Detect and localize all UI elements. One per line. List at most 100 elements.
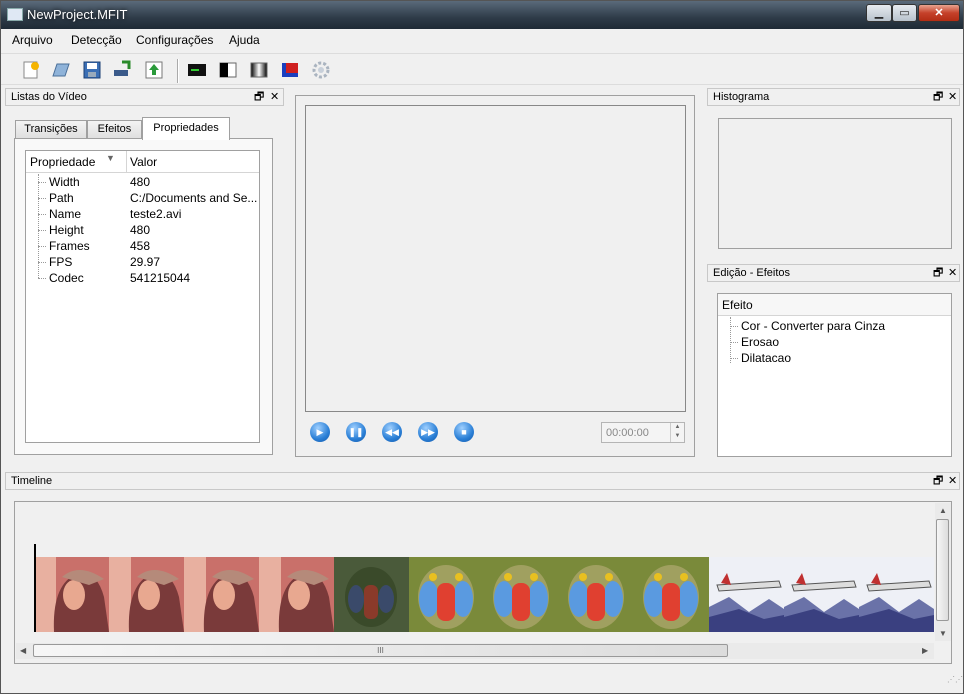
tree-branch [38, 262, 46, 263]
timeline-vertical-scrollbar[interactable]: ▲ ▼ [935, 503, 951, 641]
dock-title: Listas do Vídeo [11, 91, 87, 103]
pause-icon[interactable]: ❚❚ [346, 422, 366, 442]
scroll-right-icon[interactable]: ▶ [922, 646, 928, 655]
menu-bar: Arquivo Detecção Configurações Ajuda [1, 29, 963, 51]
tab-efeitos[interactable]: Efeitos [87, 120, 142, 139]
tree-guide [730, 317, 731, 363]
new-project-icon[interactable] [20, 59, 42, 81]
save-icon[interactable] [81, 59, 103, 81]
tree-branch [38, 278, 46, 279]
open-icon[interactable] [50, 59, 72, 81]
tree-branch [730, 342, 738, 343]
property-name-path[interactable]: Path [49, 190, 74, 206]
close-icon[interactable]: ✕ [948, 266, 957, 280]
effect-item-gray[interactable]: Cor - Converter para Cinza [741, 318, 885, 334]
timeline-frame-jet[interactable] [709, 557, 784, 632]
float-icon[interactable]: 🗗 [933, 90, 943, 104]
property-name-height[interactable]: Height [49, 222, 84, 238]
menu-arquivo[interactable]: Arquivo [12, 33, 53, 47]
vertical-scroll-thumb[interactable] [936, 519, 949, 621]
app-icon [7, 8, 23, 21]
column-header-propriedade[interactable]: Propriedade [30, 155, 95, 169]
timeline-frame-lena[interactable] [34, 557, 109, 632]
play-icon[interactable]: ▶ [310, 422, 330, 442]
property-value-height: 480 [130, 223, 151, 237]
property-name-frames[interactable]: Frames [49, 238, 90, 254]
time-value: 00:00:00 [606, 427, 649, 439]
scroll-down-icon[interactable]: ▼ [939, 629, 947, 638]
dock-title: Timeline [11, 475, 53, 487]
float-icon[interactable]: 🗗 [933, 474, 943, 488]
time-spinbox[interactable]: 00:00:00 ▲ ▼ [601, 422, 685, 443]
float-icon[interactable]: 🗗 [933, 266, 943, 280]
close-icon[interactable]: ✕ [948, 474, 957, 488]
horizontal-scroll-thumb[interactable]: III [33, 644, 728, 657]
export-icon[interactable] [143, 59, 165, 81]
settings-gear-icon[interactable] [310, 59, 332, 81]
color-icon[interactable] [279, 59, 301, 81]
effects-tree[interactable]: Efeito Cor - Converter para Cinza Erosao… [717, 293, 952, 457]
property-name-fps[interactable]: FPS [49, 254, 72, 270]
column-header-efeito[interactable]: Efeito [722, 298, 753, 312]
dock-header: Histograma 🗗 ✕ [707, 88, 960, 106]
title-bar[interactable]: NewProject.MFIT ▁ ▭ ✕ [1, 1, 963, 29]
close-icon[interactable]: ✕ [948, 90, 957, 104]
video-display[interactable] [305, 105, 686, 412]
property-name-codec[interactable]: Codec [49, 270, 84, 286]
tree-branch [38, 230, 46, 231]
effect-item-erosao[interactable]: Erosao [741, 334, 779, 350]
timeline-frame-mandrill[interactable] [634, 557, 709, 632]
terminal-icon[interactable] [186, 59, 208, 81]
effect-item-dilatacao[interactable]: Dilatacao [741, 350, 791, 366]
tree-branch [38, 214, 46, 215]
dock-title: Edição - Efeitos [713, 267, 791, 279]
menu-ajuda[interactable]: Ajuda [229, 33, 260, 47]
spin-arrows-icon[interactable]: ▲ ▼ [670, 423, 684, 442]
column-divider [126, 151, 127, 173]
timeline-frame-lena[interactable] [259, 557, 334, 632]
timeline-frame-lena[interactable] [184, 557, 259, 632]
timeline-frame-mandrill-dark[interactable] [334, 557, 409, 632]
timeline-frame-jet[interactable] [859, 557, 934, 632]
tab-propriedades[interactable]: Propriedades [142, 117, 230, 140]
stop-icon[interactable]: ■ [454, 422, 474, 442]
dock-header: Edição - Efeitos 🗗 ✕ [707, 264, 960, 282]
maximize-button[interactable]: ▭ [892, 4, 917, 22]
float-icon[interactable]: 🗗 [254, 90, 264, 104]
timeline-frame-mandrill[interactable] [559, 557, 634, 632]
scroll-up-icon[interactable]: ▲ [939, 506, 947, 515]
tree-branch [38, 182, 46, 183]
minimize-button[interactable]: ▁ [866, 4, 892, 22]
tree-header: Efeito [718, 294, 951, 316]
menu-deteccao[interactable]: Detecção [71, 33, 122, 47]
tree-header: Propriedade ▼ Valor [26, 151, 259, 173]
close-button[interactable]: ✕ [918, 4, 960, 22]
properties-tree[interactable]: Propriedade ▼ Valor Width 480 Path C:/Do… [25, 150, 260, 443]
import-icon[interactable] [111, 59, 133, 81]
property-name-width[interactable]: Width [49, 174, 80, 190]
property-value-path: C:/Documents and Se... [130, 191, 258, 205]
tab-transicoes[interactable]: Transições [15, 120, 87, 139]
column-header-valor[interactable]: Valor [130, 155, 157, 169]
timeline-frame-jet[interactable] [784, 557, 859, 632]
threshold-icon[interactable] [217, 59, 239, 81]
timeline-frame-lena[interactable] [109, 557, 184, 632]
tree-branch [730, 326, 738, 327]
tree-branch [38, 198, 46, 199]
toolbar [1, 53, 963, 85]
gradient-icon[interactable] [248, 59, 270, 81]
fast-forward-icon[interactable]: ▶▶ [418, 422, 438, 442]
resize-grip-icon[interactable]: ⋰⋰ [947, 676, 963, 689]
menu-configuracoes[interactable]: Configurações [136, 33, 213, 47]
property-name-name[interactable]: Name [49, 206, 81, 222]
timeline-horizontal-scrollbar[interactable]: ◀ III ▶ [16, 643, 934, 659]
scroll-left-icon[interactable]: ◀ [20, 646, 26, 655]
histogram-view [718, 118, 952, 249]
timeline-frame-mandrill[interactable] [409, 557, 484, 632]
rewind-icon[interactable]: ◀◀ [382, 422, 402, 442]
timeline-frame-mandrill[interactable] [484, 557, 559, 632]
sort-arrow-icon: ▼ [106, 153, 115, 163]
timeline-cursor[interactable] [34, 544, 36, 632]
property-value-codec: 541215044 [130, 271, 191, 285]
close-icon[interactable]: ✕ [270, 90, 279, 104]
